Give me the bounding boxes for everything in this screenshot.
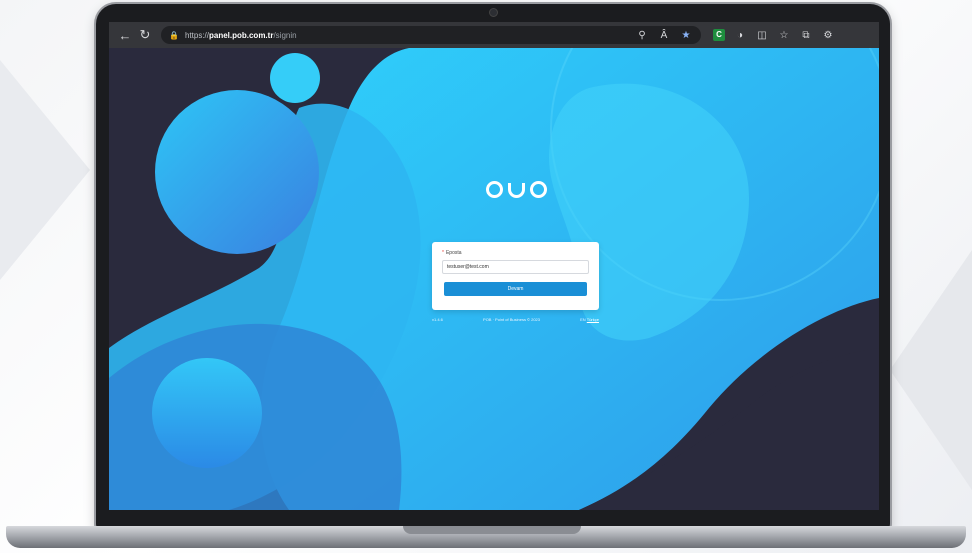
favorite-star-icon[interactable]: ★ xyxy=(679,30,693,41)
language-switch: EN Türkçe xyxy=(580,317,599,322)
logo-ring xyxy=(530,181,547,198)
url-host: panel.pob.com.tr xyxy=(208,30,274,40)
language-code: EN xyxy=(580,317,586,322)
background-shape xyxy=(0,60,90,280)
required-marker: * xyxy=(442,250,444,256)
email-label: * Eposta xyxy=(442,250,589,256)
logo-ring xyxy=(508,183,525,198)
back-arrow-icon[interactable]: ← xyxy=(115,25,135,45)
address-bar[interactable]: 🔒 https://panel.pob.com.tr/signin ⚲ Â ★ xyxy=(161,26,701,44)
copyright-text: POB · Point of Business © 2023 xyxy=(483,317,541,322)
background-shape xyxy=(890,250,972,490)
read-aloud-icon[interactable]: Â xyxy=(657,30,671,41)
signin-page: *Eposta Devam v1.4.6 POB · Point of Busi… xyxy=(109,48,879,510)
collections-icon[interactable]: ⧉ xyxy=(799,30,813,41)
logo-ring xyxy=(486,181,503,198)
split-screen-icon[interactable]: ◫ xyxy=(755,30,769,41)
url-path: /signin xyxy=(273,30,297,40)
url-scheme: https:// xyxy=(184,30,209,40)
profile-icon[interactable]: ⚙ xyxy=(821,30,835,41)
email-label-text: Eposta xyxy=(445,250,462,256)
shield-icon[interactable]: ◑ xyxy=(733,30,747,41)
browser-toolbar: ← ↻ 🔒 https://panel.pob.com.tr/signin ⚲ … xyxy=(109,22,879,48)
language-link[interactable]: Türkçe xyxy=(587,317,599,322)
reload-icon[interactable]: ↻ xyxy=(135,25,155,45)
extension-icon[interactable]: C xyxy=(713,29,725,41)
email-input[interactable] xyxy=(442,260,589,274)
favorites-icon[interactable]: ☆ xyxy=(777,30,791,41)
login-footer: v1.4.6 POB · Point of Business © 2023 EN… xyxy=(432,317,599,322)
lock-icon: 🔒 xyxy=(169,30,179,40)
laptop-screen: ← ↻ 🔒 https://panel.pob.com.tr/signin ⚲ … xyxy=(109,22,879,510)
version-text: v1.4.6 xyxy=(432,317,443,322)
pob-logo xyxy=(486,176,548,198)
continue-button[interactable]: Devam xyxy=(444,282,587,296)
laptop-notch xyxy=(403,526,581,534)
login-card: *Eposta Devam xyxy=(432,242,599,310)
camera-icon xyxy=(489,8,498,17)
zoom-icon[interactable]: ⚲ xyxy=(635,30,649,41)
